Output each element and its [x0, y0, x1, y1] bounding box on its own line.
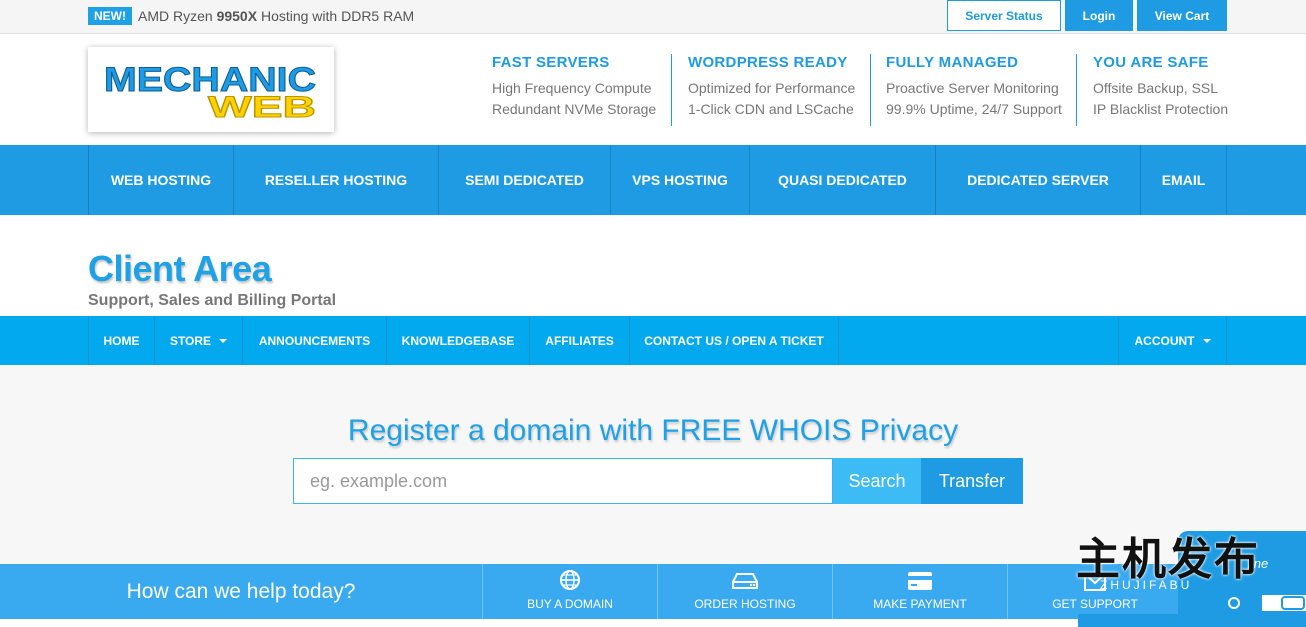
feature-line: Proactive Server Monitoring — [886, 80, 1059, 96]
header: MECHANIC WEB FAST SERVERS High Frequency… — [0, 34, 1306, 145]
nav-web-hosting[interactable]: WEB HOSTING — [88, 145, 233, 215]
server-icon — [732, 573, 758, 589]
order-hosting-label: ORDER HOSTING — [694, 597, 796, 611]
domain-transfer-button[interactable]: Transfer — [921, 458, 1023, 504]
feature-fast-servers: FAST SERVERS High Frequency Compute Redu… — [492, 54, 656, 120]
subnav-contact[interactable]: CONTACT US / OPEN A TICKET — [630, 316, 839, 365]
top-buttons: Server Status Login View Cart — [947, 0, 1227, 31]
order-hosting-link[interactable]: ORDER HOSTING — [658, 564, 833, 619]
chat-bubble-icon — [1281, 596, 1305, 610]
subnav-knowledgebase[interactable]: KNOWLEDGEBASE — [387, 316, 530, 365]
feature-divider — [671, 54, 672, 126]
logo-graphic: MECHANIC WEB — [104, 61, 317, 121]
make-payment-link[interactable]: MAKE PAYMENT — [833, 564, 1008, 619]
help-text: How can we help today? — [0, 564, 483, 619]
nav-reseller-hosting[interactable]: RESELLER HOSTING — [233, 145, 438, 215]
feature-you-are-safe: YOU ARE SAFE Offsite Backup, SSL IP Blac… — [1093, 54, 1228, 120]
subnav-affiliates[interactable]: AFFILIATES — [530, 316, 630, 365]
page-title: Client Area — [88, 248, 272, 289]
promo-text[interactable]: AMD Ryzen 9950X Hosting with DDR5 RAM — [138, 8, 414, 24]
server-status-button[interactable]: Server Status — [947, 0, 1061, 31]
feature-title: FULLY MANAGED — [886, 54, 1019, 71]
feature-divider — [870, 54, 871, 126]
feature-title: WORDPRESS READY — [688, 54, 848, 71]
make-payment-label: MAKE PAYMENT — [873, 597, 967, 611]
logo-text-web: WEB — [208, 91, 316, 121]
subnav-account-label: ACCOUNT — [1134, 333, 1195, 348]
watermark-text: 主机发布 — [1076, 535, 1260, 584]
nav-email[interactable]: EMAIL — [1140, 145, 1227, 215]
globe-icon — [560, 570, 580, 590]
nav-vps-hosting[interactable]: VPS HOSTING — [610, 145, 749, 215]
client-nav: HOME STORE ANNOUNCEMENTS KNOWLEDGEBASE A… — [0, 316, 1306, 365]
new-badge: NEW! — [88, 7, 132, 25]
watermark: 主机发布 ZHUJIFABU — [1076, 535, 1276, 593]
subnav-home[interactable]: HOME — [88, 316, 155, 365]
credit-card-icon — [908, 572, 932, 590]
promo-announcement[interactable]: NEW! AMD Ryzen 9950X Hosting with DDR5 R… — [88, 6, 414, 26]
page-subtitle: Support, Sales and Billing Portal — [88, 292, 337, 309]
login-button[interactable]: Login — [1065, 0, 1133, 31]
feature-divider — [1076, 54, 1077, 126]
top-bar: NEW! AMD Ryzen 9950X Hosting with DDR5 R… — [0, 0, 1306, 34]
chevron-down-icon — [1202, 338, 1211, 343]
feature-title: FAST SERVERS — [492, 54, 610, 71]
feature-line: 1-Click CDN and LSCache — [688, 101, 854, 117]
feature-line: High Frequency Compute — [492, 80, 652, 96]
domain-search-form: Search Transfer — [293, 458, 1023, 504]
promo-text-pre: AMD Ryzen — [138, 8, 217, 24]
nav-dedicated-server[interactable]: DEDICATED SERVER — [935, 145, 1140, 215]
logo[interactable]: MECHANIC WEB — [88, 47, 334, 132]
chat-close-area[interactable] — [1262, 595, 1306, 611]
feature-fully-managed: FULLY MANAGED Proactive Server Monitorin… — [886, 54, 1062, 120]
subnav-store[interactable]: STORE — [155, 316, 243, 365]
promo-text-bold: 9950X — [216, 8, 258, 24]
chat-status-dot — [1228, 597, 1240, 609]
feature-wordpress-ready: WORDPRESS READY Optimized for Performanc… — [688, 54, 855, 120]
feature-title: YOU ARE SAFE — [1093, 54, 1209, 71]
subnav-store-label: STORE — [169, 333, 212, 348]
domain-heading: Register a domain with FREE WHOIS Privac… — [347, 414, 959, 447]
chevron-down-icon — [219, 338, 228, 343]
chat-bar[interactable] — [1078, 614, 1306, 627]
view-cart-button[interactable]: View Cart — [1137, 0, 1227, 31]
feature-line: Optimized for Performance — [688, 80, 856, 96]
main-nav: WEB HOSTING RESELLER HOSTING SEMI DEDICA… — [0, 145, 1306, 215]
feature-line: 99.9% Uptime, 24/7 Support — [886, 101, 1062, 117]
subnav-account[interactable]: ACCOUNT — [1118, 316, 1227, 365]
feature-line: Offsite Backup, SSL — [1093, 80, 1219, 96]
buy-domain-link[interactable]: BUY A DOMAIN — [483, 564, 658, 619]
nav-quasi-dedicated[interactable]: QUASI DEDICATED — [749, 145, 935, 215]
subnav-announcements[interactable]: ANNOUNCEMENTS — [243, 316, 387, 365]
domain-search-button[interactable]: Search — [833, 458, 921, 504]
domain-search-input[interactable] — [293, 458, 833, 504]
feature-line: Redundant NVMe Storage — [492, 101, 657, 117]
buy-domain-label: BUY A DOMAIN — [527, 597, 613, 611]
promo-text-post: Hosting with DDR5 RAM — [257, 8, 415, 24]
nav-semi-dedicated[interactable]: SEMI DEDICATED — [438, 145, 610, 215]
get-support-label: GET SUPPORT — [1052, 597, 1138, 611]
feature-line: IP Blacklist Protection — [1093, 101, 1229, 117]
